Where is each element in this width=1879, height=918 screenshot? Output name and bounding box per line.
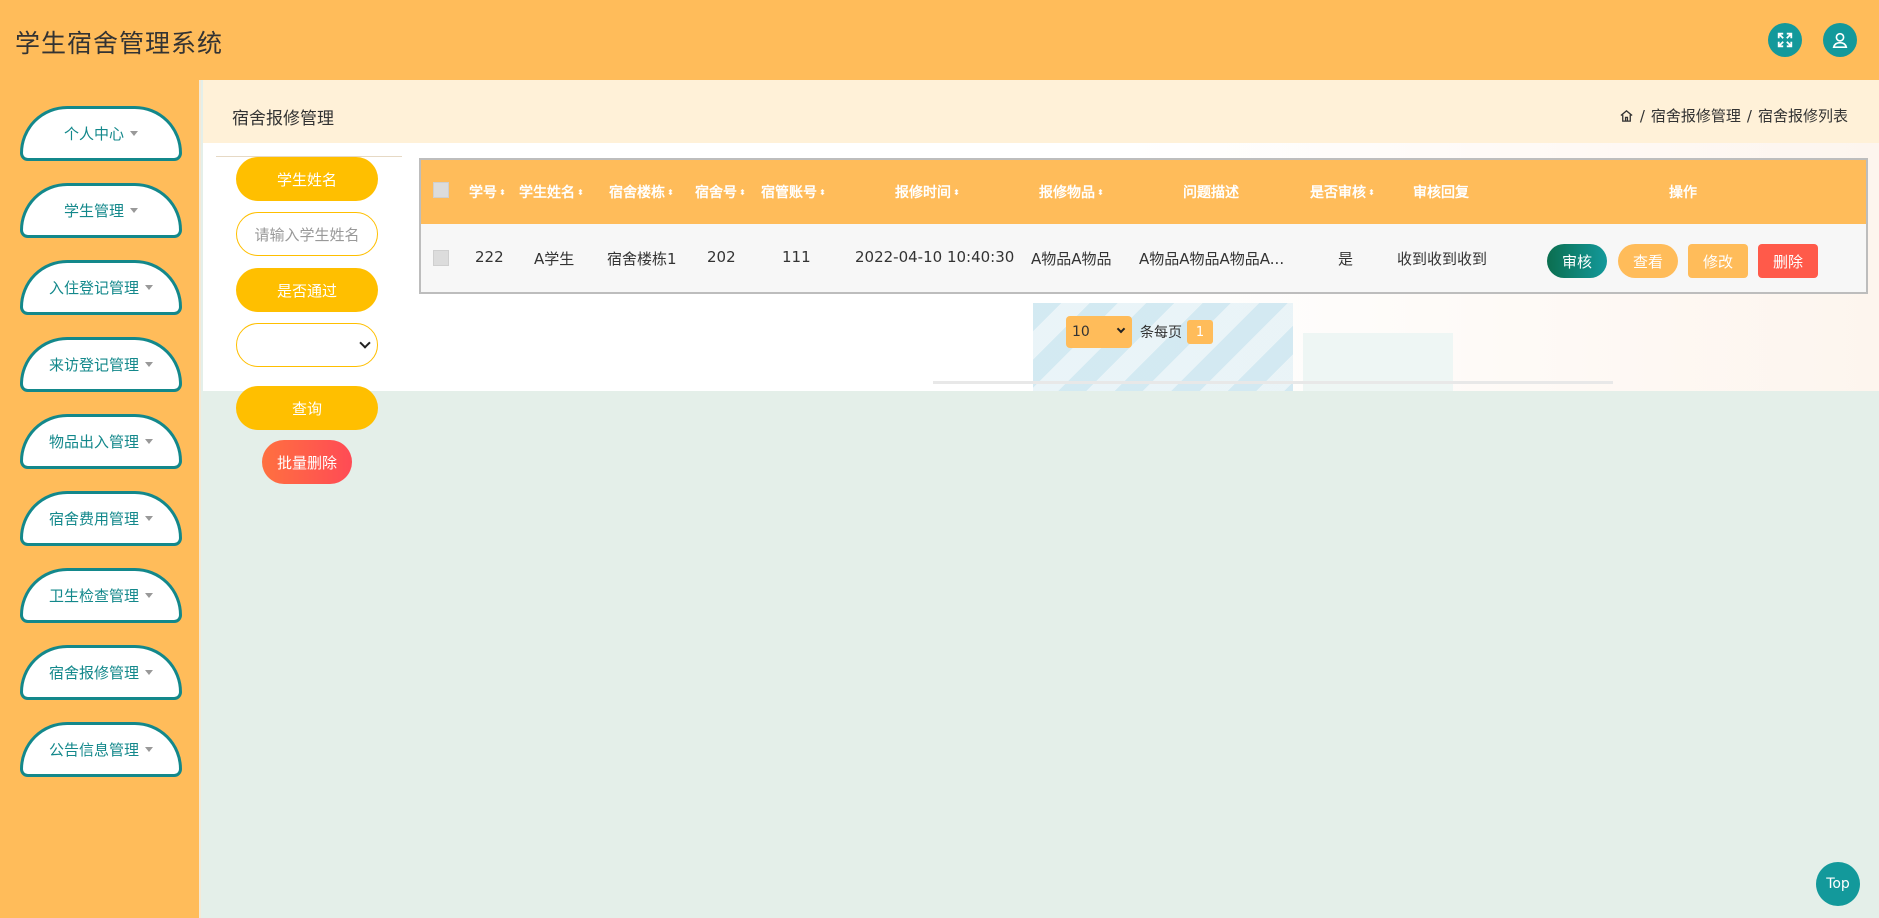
cell-student-name: A学生	[534, 250, 575, 268]
sort-icon: ⬍	[819, 188, 826, 197]
sort-icon: ⬍	[499, 188, 506, 197]
batch-delete-button[interactable]: 批量删除	[262, 440, 352, 484]
background-decoration	[933, 381, 1613, 391]
sort-icon: ⬍	[1097, 188, 1104, 197]
student-name-label: 学生姓名	[236, 157, 378, 201]
sort-icon: ⬍	[953, 188, 960, 197]
sidebar-item-notices[interactable]: 公告信息管理	[20, 722, 182, 777]
chevron-down-icon	[145, 362, 153, 367]
chevron-down-icon	[359, 337, 371, 349]
table-header: 学号 ⬍ 学生姓名 ⬍ 宿舍楼栋 ⬍ 宿舍号 ⬍ 宿管账号 ⬍ 报修时间 ⬍ 报修物品 ⬍ 问…	[421, 160, 1866, 224]
chevron-down-icon	[145, 285, 153, 290]
cell-building: 宿舍楼栋1	[607, 250, 677, 268]
chevron-down-icon	[145, 439, 153, 444]
edit-button[interactable]: 修改	[1688, 244, 1748, 278]
sort-icon: ⬍	[739, 188, 746, 197]
page-size-select[interactable]: 10	[1066, 316, 1132, 348]
query-button[interactable]: 查询	[236, 386, 378, 430]
page-header: 宿舍报修管理 / 宿舍报修管理 / 宿舍报修列表	[203, 80, 1879, 143]
sidebar-item-repairs[interactable]: 宿舍报修管理	[20, 645, 182, 700]
page-number[interactable]: 1	[1187, 320, 1213, 344]
cell-manager: 111	[782, 248, 811, 266]
select-all-checkbox[interactable]	[433, 182, 449, 198]
chevron-down-icon	[130, 208, 138, 213]
column-header[interactable]: 宿舍楼栋 ⬍	[609, 182, 674, 202]
delete-button[interactable]: 删除	[1758, 244, 1818, 278]
home-icon[interactable]	[1619, 108, 1634, 123]
repair-table: 学号 ⬍ 学生姓名 ⬍ 宿舍楼栋 ⬍ 宿舍号 ⬍ 宿管账号 ⬍ 报修时间 ⬍ 报修物品 ⬍ 问…	[419, 158, 1868, 294]
sort-icon: ⬍	[577, 188, 584, 197]
fullscreen-button[interactable]	[1768, 23, 1802, 57]
row-checkbox[interactable]	[433, 250, 449, 266]
sidebar-item-goods[interactable]: 物品出入管理	[20, 414, 182, 469]
sort-icon: ⬍	[667, 188, 674, 197]
cell-repair-item: A物品A物品	[1031, 250, 1112, 268]
breadcrumb-item[interactable]: 宿舍报修管理	[1651, 105, 1741, 126]
audit-button[interactable]: 审核	[1547, 244, 1607, 278]
column-header: 审核回复	[1413, 185, 1469, 201]
cell-description: A物品A物品A物品A...	[1139, 250, 1285, 268]
cell-room: 202	[707, 248, 736, 266]
column-header: 问题描述	[1183, 185, 1239, 201]
column-header[interactable]: 宿管账号 ⬍	[761, 182, 826, 202]
column-header[interactable]: 学生姓名 ⬍	[519, 182, 584, 202]
breadcrumb-item: 宿舍报修列表	[1757, 107, 1848, 125]
sidebar-item-students[interactable]: 学生管理	[20, 183, 182, 238]
sidebar-item-fees[interactable]: 宿舍费用管理	[20, 491, 182, 546]
top-header: 学生宿舍管理系统	[0, 0, 1879, 80]
back-to-top-button[interactable]: Top	[1816, 862, 1860, 906]
column-header[interactable]: 报修时间 ⬍	[895, 182, 960, 202]
chevron-down-icon	[130, 131, 138, 136]
sidebar-item-checkin[interactable]: 入住登记管理	[20, 260, 182, 315]
cell-reply: 收到收到收到	[1397, 250, 1488, 268]
main-content: 宿舍报修管理 / 宿舍报修管理 / 宿舍报修列表 学生姓名 请输入学生姓名 是否…	[203, 80, 1879, 918]
cell-student-id: 222	[475, 248, 504, 266]
chevron-down-icon	[145, 670, 153, 675]
sidebar-item-visitors[interactable]: 来访登记管理	[20, 337, 182, 392]
sidebar: 个人中心 学生管理 入住登记管理 来访登记管理 物品出入管理 宿舍费用管理 卫生…	[0, 80, 201, 918]
student-name-input[interactable]: 请输入学生姓名	[236, 212, 378, 256]
chevron-down-icon	[145, 516, 153, 521]
sort-icon: ⬍	[1368, 188, 1375, 197]
per-page-label: 条每页	[1140, 325, 1182, 341]
column-header[interactable]: 学号 ⬍	[469, 182, 506, 202]
app-title: 学生宿舍管理系统	[15, 29, 224, 58]
sidebar-item-hygiene[interactable]: 卫生检查管理	[20, 568, 182, 623]
table-row: 222 A学生 宿舍楼栋1 202 111 2022-04-10 10:40:3…	[421, 224, 1866, 292]
chevron-down-icon	[1116, 324, 1126, 334]
user-icon	[1832, 32, 1848, 49]
cell-repair-time: 2022-04-10 10:40:30	[855, 248, 1015, 266]
user-button[interactable]	[1823, 23, 1857, 57]
pagination: 10 条每页 1	[1066, 316, 1213, 348]
column-header: 操作	[1669, 185, 1697, 201]
sidebar-item-personal-center[interactable]: 个人中心	[20, 106, 182, 161]
pass-status-select[interactable]	[236, 323, 378, 367]
cell-audited: 是	[1338, 250, 1354, 268]
pass-status-label: 是否通过	[236, 268, 378, 312]
column-header[interactable]: 宿舍号 ⬍	[695, 182, 746, 202]
chevron-down-icon	[145, 593, 153, 598]
chevron-down-icon	[145, 747, 153, 752]
view-button[interactable]: 查看	[1618, 244, 1678, 278]
expand-icon	[1777, 32, 1793, 48]
column-header[interactable]: 报修物品 ⬍	[1039, 182, 1104, 202]
breadcrumb: / 宿舍报修管理 / 宿舍报修列表	[1619, 105, 1848, 126]
column-header[interactable]: 是否审核 ⬍	[1310, 182, 1375, 202]
page-title: 宿舍报修管理	[232, 109, 334, 129]
